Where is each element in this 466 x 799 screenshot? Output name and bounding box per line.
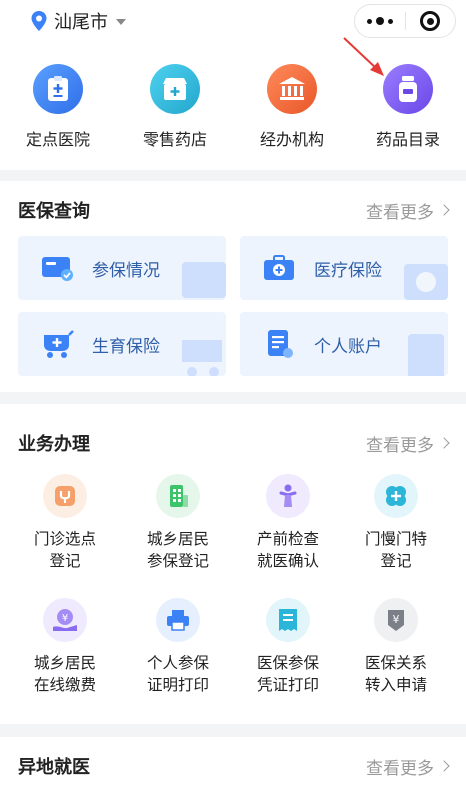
view-more-link[interactable]: 查看更多 <box>366 431 450 456</box>
service-resident-enrollment[interactable]: 城乡居民 参保登记 <box>123 474 233 572</box>
service-label: 门诊选点 登记 <box>33 530 96 570</box>
service-relation-transfer-application[interactable]: ¥ 医保关系 转入申请 <box>341 598 451 696</box>
service-label: 城乡居民 参保登记 <box>146 530 209 570</box>
quick-entry-pharmacy[interactable]: 零售药店 <box>120 64 230 154</box>
svg-text:¥: ¥ <box>393 613 400 626</box>
service-outpatient-registration[interactable]: 门诊选点 登记 <box>10 474 120 572</box>
quick-entry-label: 定点医院 <box>25 130 90 149</box>
medical-kit-icon <box>262 250 298 286</box>
tile-insurance-status[interactable]: 参保情况 <box>18 236 226 300</box>
city-selector[interactable]: 汕尾市 <box>30 8 126 34</box>
red-arrow-annotation <box>343 37 384 76</box>
tile-watermark <box>408 334 444 376</box>
tile-watermark <box>182 340 222 376</box>
pregnant-person-icon <box>266 474 310 518</box>
top-section: 汕尾市 定点医院 零售药店 经办机构 药品目录 <box>0 0 466 170</box>
view-more-label: 查看更多 <box>366 202 434 223</box>
tile-personal-account[interactable]: 个人账户 <box>240 312 448 376</box>
section-title: 业务办理 <box>18 434 90 455</box>
section-title: 异地就医 <box>18 757 90 778</box>
svg-text:¥: ¥ <box>62 613 68 624</box>
close-miniprogram-icon[interactable] <box>405 5 455 37</box>
insurance-card-icon <box>40 250 76 286</box>
chevron-right-icon <box>438 437 450 449</box>
building-icon <box>156 474 200 518</box>
tile-medical-insurance[interactable]: 医疗保险 <box>240 236 448 300</box>
transfer-yuan-icon: ¥ <box>374 598 418 642</box>
tile-watermark <box>404 264 448 300</box>
view-more-link[interactable]: 查看更多 <box>366 198 450 223</box>
quick-entry-label: 零售药店 <box>142 130 207 149</box>
city-name: 汕尾市 <box>54 12 108 33</box>
tile-label: 个人账户 <box>314 336 382 357</box>
business-card: 业务办理 查看更多 门诊选点 登记 城乡居民 参保登记 产前检查 就医确认 门慢… <box>0 404 466 724</box>
account-document-icon <box>262 326 298 362</box>
quick-entry-hospital[interactable]: 定点医院 <box>3 64 113 154</box>
service-label: 医保关系 转入申请 <box>364 654 427 694</box>
section-title: 医保查询 <box>18 201 90 222</box>
quick-entry-label: 药品目录 <box>375 130 440 149</box>
remote-medical-card: 异地就医 查看更多 <box>0 737 466 799</box>
medical-cross-icon <box>374 474 418 518</box>
service-label: 城乡居民 在线缴费 <box>33 654 96 694</box>
service-insurance-voucher-print[interactable]: 医保参保 凭证打印 <box>233 598 343 696</box>
receipt-icon <box>266 598 310 642</box>
chevron-right-icon <box>438 760 450 772</box>
hospital-icon <box>33 64 83 114</box>
quick-entry-label: 经办机构 <box>259 130 324 149</box>
service-label: 产前检查 就医确认 <box>256 530 319 570</box>
quick-entry-institution[interactable]: 经办机构 <box>237 64 347 154</box>
service-personal-certificate-print[interactable]: 个人参保 证明打印 <box>123 598 233 696</box>
medical-query-card: 医保查询 查看更多 参保情况 医疗保险 生育保险 个人账户 <box>0 181 466 392</box>
service-chronic-disease-registration[interactable]: 门慢门特 登记 <box>341 474 451 572</box>
pharmacy-icon <box>150 64 200 114</box>
service-label: 门慢门特 登记 <box>364 530 427 570</box>
service-resident-online-payment[interactable]: ¥ 城乡居民 在线缴费 <box>10 598 120 696</box>
tile-label: 医疗保险 <box>314 260 382 281</box>
institution-icon <box>267 64 317 114</box>
tile-label: 参保情况 <box>92 260 160 281</box>
chevron-down-icon <box>116 19 126 25</box>
service-label: 医保参保 凭证打印 <box>256 654 319 694</box>
view-more-label: 查看更多 <box>366 758 434 779</box>
chevron-right-icon <box>438 204 450 216</box>
service-label: 个人参保 证明打印 <box>146 654 209 694</box>
printer-icon <box>156 598 200 642</box>
service-prenatal-confirmation[interactable]: 产前检查 就医确认 <box>233 474 343 572</box>
payment-hand-icon: ¥ <box>43 598 87 642</box>
tile-watermark <box>182 262 226 298</box>
tile-maternity-insurance[interactable]: 生育保险 <box>18 312 226 376</box>
stethoscope-icon <box>43 474 87 518</box>
medicine-bottle-icon <box>383 64 433 114</box>
tile-label: 生育保险 <box>92 336 160 357</box>
view-more-label: 查看更多 <box>366 435 434 456</box>
view-more-link[interactable]: 查看更多 <box>366 754 450 779</box>
baby-stroller-icon <box>40 326 76 362</box>
location-pin-icon <box>31 11 47 31</box>
